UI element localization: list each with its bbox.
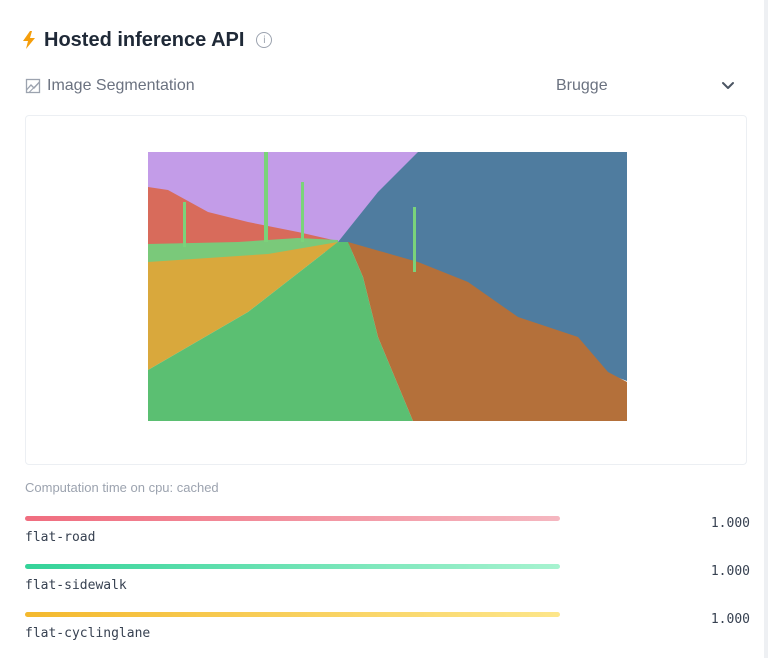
label-score: 1.000: [710, 612, 750, 627]
model-select[interactable]: Brugge: [550, 74, 735, 98]
model-select-value: Brugge: [556, 77, 608, 94]
image-preview-box: [25, 115, 747, 465]
computation-time: Computation time on cpu: cached: [25, 480, 219, 495]
score-bar: [25, 564, 560, 569]
segmentation-image: [148, 152, 627, 421]
chevron-down-icon[interactable]: [721, 81, 735, 91]
label-row-flat-road: flat-road 1.000: [25, 516, 750, 550]
label-name: flat-road: [25, 530, 96, 545]
label-score: 1.000: [710, 516, 750, 531]
score-bar: [25, 612, 560, 617]
task-label: Image Segmentation: [47, 77, 195, 94]
label-row-flat-sidewalk: flat-sidewalk 1.000: [25, 564, 750, 598]
label-row-flat-cyclinglane: flat-cyclinglane 1.000: [25, 612, 750, 646]
task-row: Image Segmentation Brugge: [25, 74, 735, 98]
widget-title: Hosted inference API: [44, 28, 245, 51]
label-name: flat-sidewalk: [25, 578, 127, 593]
info-icon[interactable]: i: [256, 32, 273, 48]
image-segmentation-icon: [25, 78, 41, 94]
score-bar: [25, 516, 560, 521]
label-name: flat-cyclinglane: [25, 626, 151, 641]
label-score: 1.000: [710, 564, 750, 579]
widget-header: Hosted inference API i: [22, 26, 273, 54]
scrollbar-track[interactable]: [764, 0, 768, 658]
lightning-bolt-icon: [22, 31, 36, 49]
